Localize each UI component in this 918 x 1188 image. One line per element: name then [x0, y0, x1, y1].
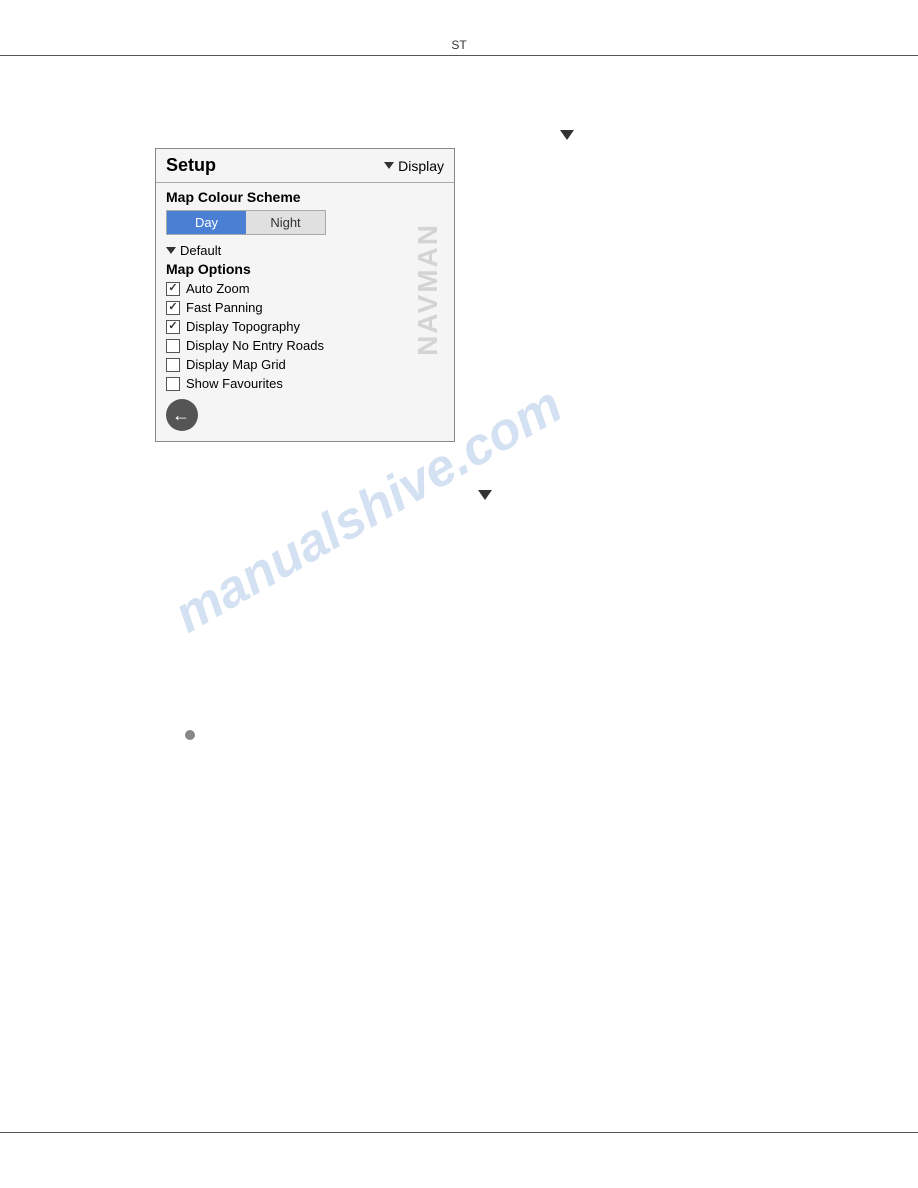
checkbox-show-favourites[interactable] — [166, 377, 180, 391]
page-label-st: ST — [0, 38, 918, 52]
dropdown-arrow-top — [560, 130, 574, 140]
checkbox-row-show-favourites: Show Favourites — [166, 376, 444, 391]
checkbox-row-no-entry-roads: Display No Entry Roads — [166, 338, 444, 353]
day-button[interactable]: Day — [167, 211, 246, 234]
checkbox-fast-panning[interactable]: ✓ — [166, 301, 180, 315]
checkmark-display-topography: ✓ — [168, 321, 177, 332]
checkmark-auto-zoom: ✓ — [168, 283, 177, 294]
map-options-title: Map Options — [166, 261, 444, 277]
checkbox-auto-zoom[interactable]: ✓ — [166, 282, 180, 296]
checkbox-row-map-grid: Display Map Grid — [166, 357, 444, 372]
default-row: Default — [166, 243, 444, 258]
checkbox-label-display-topography: Display Topography — [186, 319, 300, 334]
small-bullet-decoration — [185, 730, 195, 740]
checkbox-no-entry-roads[interactable] — [166, 339, 180, 353]
dialog-title: Setup — [166, 155, 216, 176]
setup-dialog: Setup Display NAVMAN Map Colour Scheme D… — [155, 148, 455, 442]
dialog-body: NAVMAN Map Colour Scheme Day Night Defau… — [156, 183, 454, 441]
bottom-horizontal-rule — [0, 1132, 918, 1133]
back-button[interactable]: ← — [166, 399, 198, 431]
default-arrow-icon — [166, 247, 176, 254]
checkbox-row-display-topography: ✓ Display Topography — [166, 319, 444, 334]
night-button[interactable]: Night — [246, 211, 325, 234]
checkmark-fast-panning: ✓ — [168, 302, 177, 313]
checkbox-label-auto-zoom: Auto Zoom — [186, 281, 250, 296]
back-arrow-icon: ← — [172, 406, 190, 424]
checkbox-label-no-entry-roads: Display No Entry Roads — [186, 338, 324, 353]
checkbox-display-topography[interactable]: ✓ — [166, 320, 180, 334]
checkbox-row-auto-zoom: ✓ Auto Zoom — [166, 281, 444, 296]
checkbox-label-show-favourites: Show Favourites — [186, 376, 283, 391]
dropdown-arrow-mid — [478, 490, 492, 500]
dialog-titlebar: Setup Display — [156, 149, 454, 183]
map-colour-scheme-title: Map Colour Scheme — [166, 189, 444, 205]
checkbox-label-fast-panning: Fast Panning — [186, 300, 263, 315]
top-horizontal-rule — [0, 55, 918, 56]
checkbox-row-fast-panning: ✓ Fast Panning — [166, 300, 444, 315]
display-arrow-icon — [384, 162, 394, 169]
dialog-display-label: Display — [398, 158, 444, 174]
default-label: Default — [180, 243, 221, 258]
day-night-toggle: Day Night — [166, 210, 326, 235]
checkbox-label-map-grid: Display Map Grid — [186, 357, 286, 372]
checkbox-map-grid[interactable] — [166, 358, 180, 372]
dialog-display-section: Display — [384, 158, 444, 174]
